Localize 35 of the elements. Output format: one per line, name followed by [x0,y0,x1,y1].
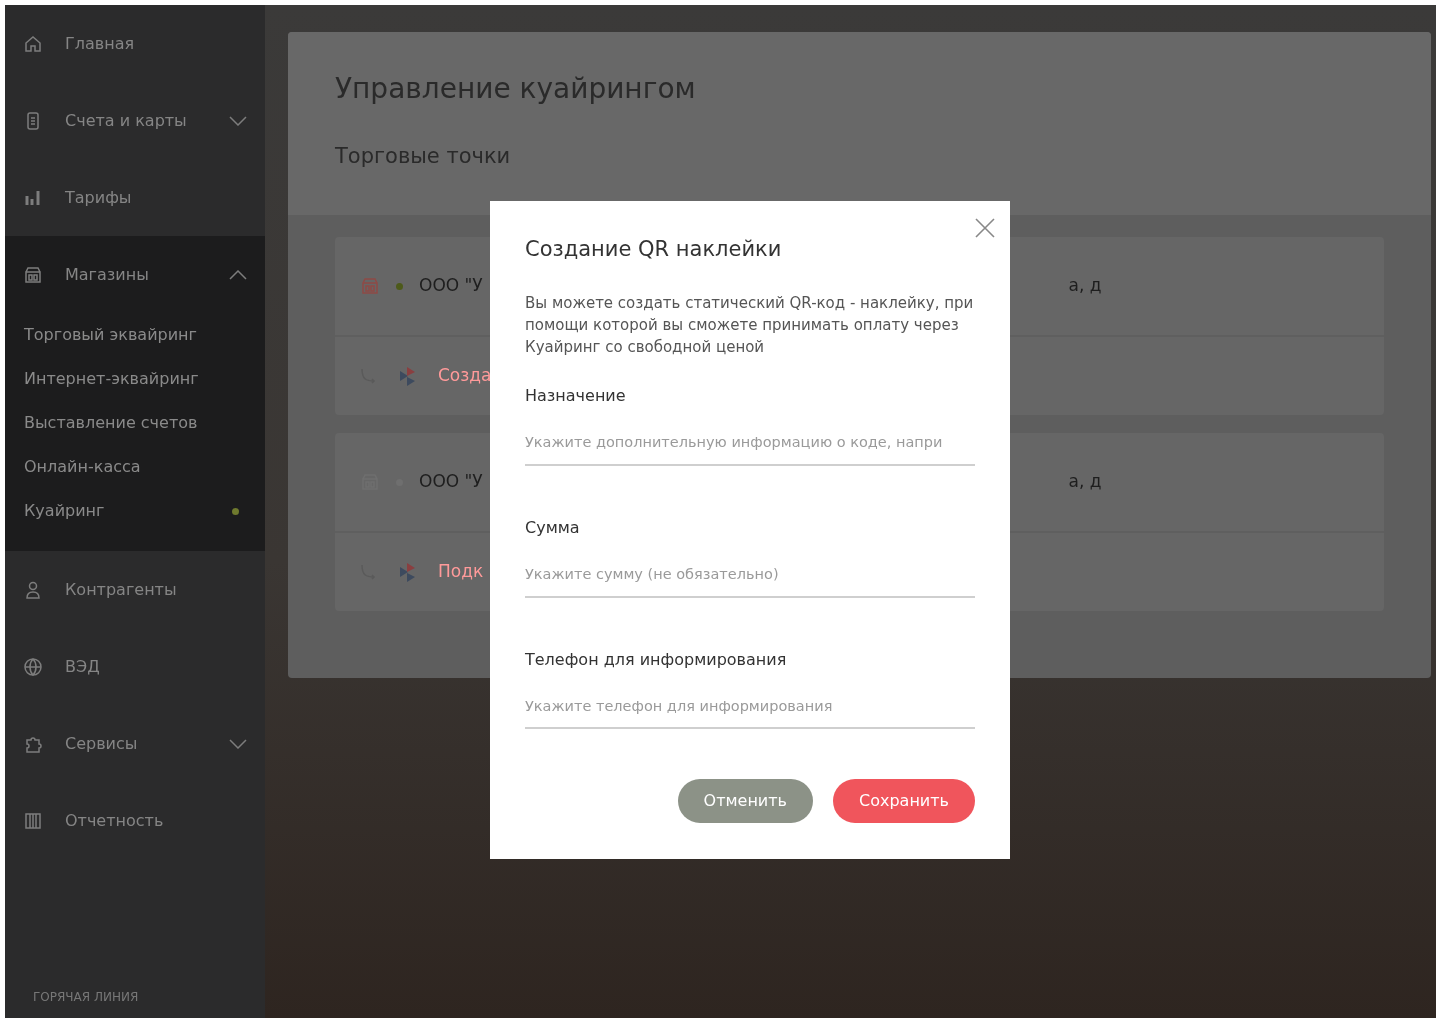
submenu-item[interactable]: Торговый эквайринг [5,313,265,357]
page-title: Управление куайрингом [335,72,697,106]
section-title: Торговые точки [335,143,512,169]
sidebar-item[interactable]: Сервисы [5,705,265,782]
save-button[interactable]: Сохранить [833,779,975,824]
sidebar-item[interactable]: Контрагенты [5,551,265,628]
cancel-button[interactable]: Отменить [677,779,813,824]
sidebar-item[interactable]: Главная [5,5,265,82]
close-button[interactable] [974,215,996,237]
person-icon [23,579,43,600]
submenu-item[interactable]: Куайринг [5,489,265,533]
field-label: Назначение [525,385,627,408]
hotline-label: ГОРЯЧАЯ ЛИНИЯ [32,989,140,1006]
submenu-item[interactable]: Интернет-эквайринг [5,357,265,401]
store-name: ООО "У [419,274,484,298]
home-icon [23,33,43,54]
field-label: Сумма [525,516,581,539]
report-icon [23,810,43,831]
store-action-link[interactable]: Подк [438,559,484,585]
sidebar-item[interactable]: ВЭД [5,628,265,705]
store-icon [23,264,43,285]
sidebar-item[interactable]: Отчетность [5,782,265,859]
submenu-item[interactable]: Онлайн-касса [5,445,265,489]
sidebar-item[interactable]: Тарифы [5,159,265,236]
sidebar-item[interactable]: Счета и карты [5,82,265,159]
dialog-title: Создание QR наклейки [525,237,783,263]
dialog-description: Вы можете создать статический QR-код - наклейку, при помощи которой вы сможете принимать оплату через Куайринг со свободной ценой [525,293,975,359]
globe-icon [23,656,43,677]
store-address: а, д [1067,274,1102,298]
field-label: Телефон для информирования [525,648,788,671]
store-action-link[interactable]: Созда [438,363,492,389]
sidebar-item[interactable]: Магазины [5,236,265,313]
store-address: а, д [1067,470,1102,494]
submenu-item[interactable]: Выставление счетов [5,401,265,445]
store-name: ООО "У [419,470,484,494]
